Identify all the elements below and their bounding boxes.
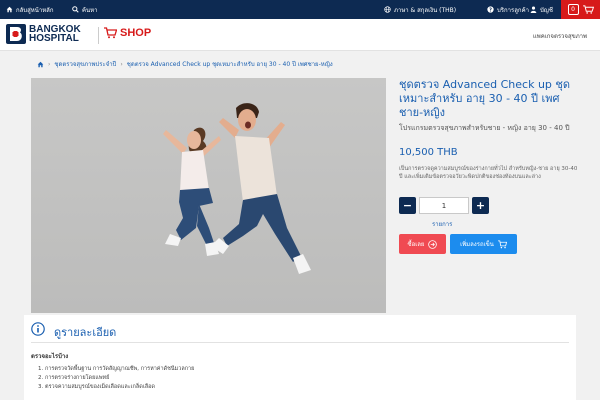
product-title: ชุดตรวจ Advanced Check up ชุดเหมาะสำหรับ…	[399, 78, 571, 119]
details-divider	[31, 342, 569, 343]
breadcrumb-separator: ›	[120, 60, 123, 68]
globe-icon	[384, 6, 391, 13]
quantity-input[interactable]	[419, 197, 469, 214]
arrow-right-icon	[428, 239, 438, 249]
add-to-cart-button[interactable]: เพิ่มลงรถเข็น	[450, 234, 517, 254]
svg-text:?: ?	[489, 7, 492, 13]
product-subtitle: โปรแกรมตรวจสุขภาพสำหรับชาย - หญิง อายุ 3…	[399, 124, 570, 132]
header-divider	[98, 27, 99, 44]
breadcrumb-separator: ›	[48, 60, 51, 68]
details-title[interactable]: ดูรายละเอียด	[54, 323, 116, 341]
shop-cart-icon	[104, 27, 117, 39]
breadcrumb-item-product[interactable]: ชุดตรวจ Advanced Check up ชุดเหมาะสำหรับ…	[127, 59, 333, 69]
cart-icon	[582, 5, 594, 14]
shop-label: SHOP	[120, 27, 152, 39]
list-item: 2. การตรวจร่างกายโดยแพทย์	[38, 375, 110, 381]
cart-count-badge: 0	[567, 4, 579, 15]
list-item: 1. การตรวจวัดพื้นฐาน การวัดสัญญาณชีพ, กา…	[38, 366, 195, 372]
site-header: BANGKOK HOSPITAL SHOP แพคเกจตรวจสุขภาพ	[0, 19, 600, 51]
cart-button[interactable]: 0	[561, 0, 600, 19]
product-price: 10,500 THB	[399, 147, 458, 158]
home-link[interactable]: กลับสู่หน้าหลัก	[6, 0, 53, 19]
health-package-nav-link[interactable]: แพคเกจตรวจสุขภาพ	[533, 31, 587, 41]
breadcrumb-home-icon[interactable]	[37, 61, 44, 68]
details-panel: ดูรายละเอียด ตรวจอะไรบ้าง 1. การตรวจวัดพ…	[24, 315, 576, 400]
quantity-stepper: − +	[399, 197, 489, 214]
list-item: 3. ตรวจความสมบูรณ์ของเม็ดเลือดและเกล็ดเล…	[38, 384, 155, 390]
language-currency-link[interactable]: ภาษา & สกุลเงิน (THB)	[384, 0, 456, 19]
quantity-unit-label: รายการ	[432, 221, 453, 228]
logo-wordmark: BANGKOK HOSPITAL	[29, 25, 81, 44]
bangkok-hospital-logo[interactable]: BANGKOK HOSPITAL	[6, 24, 81, 44]
buy-now-label: ซื้อเลย	[407, 241, 425, 248]
add-cart-icon	[497, 239, 507, 248]
breadcrumb: › ชุดตรวจสุขภาพประจำปี › ชุดตรวจ Advance…	[37, 59, 333, 69]
home-link-label: กลับสู่หน้าหลัก	[16, 6, 54, 14]
top-bar: กลับสู่หน้าหลัก ค้นหา ภาษา & สกุลเงิน (T…	[0, 0, 600, 19]
product-image	[31, 78, 386, 313]
product-description: เป็นการตรวจดูความสมบูรณ์ของร่างกายทั่วไป…	[399, 166, 578, 180]
logo-line-2: HOSPITAL	[29, 33, 79, 44]
account-label: บัญชี	[540, 6, 553, 14]
add-to-cart-label: เพิ่มลงรถเข็น	[460, 241, 494, 248]
woman-figure	[163, 127, 221, 256]
jumping-couple-illustration	[163, 103, 311, 274]
home-icon	[6, 6, 13, 13]
search-link[interactable]: ค้นหา	[72, 0, 97, 19]
language-currency-label: ภาษา & สกุลเงิน (THB)	[394, 6, 457, 14]
details-subtitle: ตรวจอะไรบ้าง	[31, 353, 69, 360]
breadcrumb-item-category[interactable]: ชุดตรวจสุขภาพประจำปี	[54, 59, 116, 69]
account-link[interactable]: บัญชี	[530, 0, 553, 19]
search-icon	[72, 6, 79, 13]
man-figure	[211, 103, 311, 274]
search-link-label: ค้นหา	[82, 6, 98, 14]
customer-service-link[interactable]: ? บริการลูกค้า	[487, 0, 529, 19]
buy-now-button[interactable]: ซื้อเลย	[399, 234, 446, 254]
details-list: 1. การตรวจวัดพื้นฐาน การวัดสัญญาณชีพ, กา…	[38, 365, 194, 392]
quantity-increase-button[interactable]: +	[472, 197, 489, 214]
user-icon	[530, 6, 537, 13]
shop-link[interactable]: SHOP	[104, 27, 151, 39]
quantity-decrease-button[interactable]: −	[399, 197, 416, 214]
customer-service-label: บริการลูกค้า	[497, 6, 529, 14]
help-icon: ?	[487, 6, 494, 13]
bangkok-hospital-logo-mark	[6, 24, 26, 44]
info-icon	[31, 322, 45, 336]
